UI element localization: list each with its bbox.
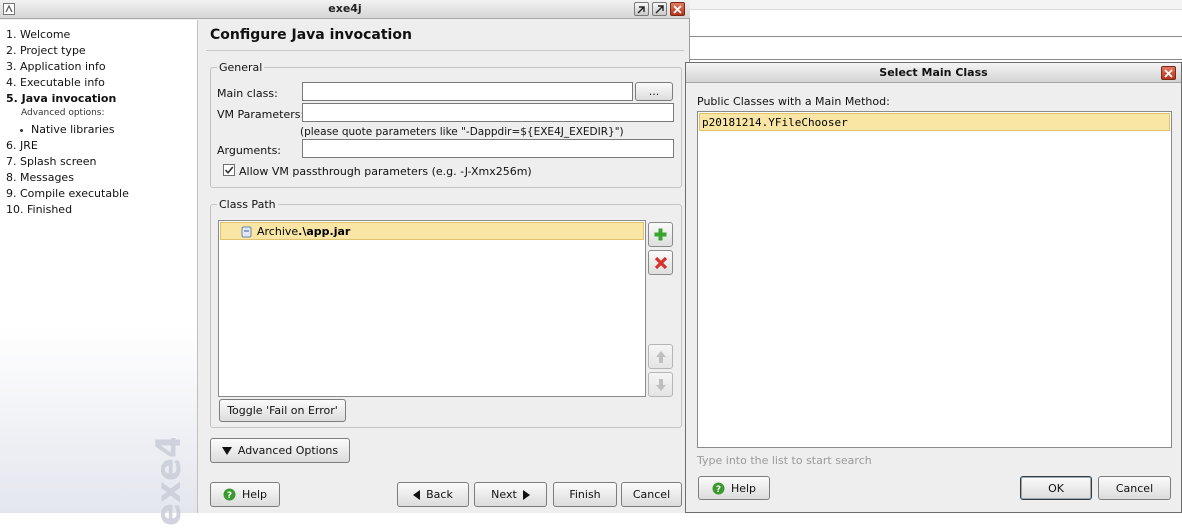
advanced-options-heading: Advanced options: [21,108,105,118]
main-classes-list[interactable]: p20181214.YFileChooser [697,111,1172,448]
bullet-icon [20,128,23,132]
window-titlebar[interactable]: exe4j [0,0,690,19]
close-icon [673,4,682,14]
advanced-options-label: Advanced Options [237,444,339,457]
next-label: Next [491,488,517,501]
arrow-up-icon [655,350,666,363]
window-title: exe4j [328,2,362,15]
step-project-type[interactable]: 2. Project type [6,44,86,57]
general-legend: General [217,61,265,74]
background-divider [690,36,1182,37]
step-compile-executable[interactable]: 9. Compile executable [6,187,129,200]
vm-passthrough-label[interactable]: Allow VM passthrough parameters (e.g. -J… [239,165,532,178]
arrow-down-icon [655,378,666,391]
remove-classpath-button[interactable] [648,250,673,275]
page-title: Configure Java invocation [210,27,412,43]
cancel-button[interactable]: Cancel [621,482,682,507]
vm-parameters-hint: (please quote parameters like "-Dappdir=… [300,126,624,138]
dialog-title: Select Main Class [879,66,988,79]
next-button[interactable]: Next [474,482,547,507]
title-divider [206,50,684,51]
dialog-cancel-button[interactable]: Cancel [1098,476,1171,500]
vm-parameters-label: VM Parameters: [217,108,305,121]
classpath-list[interactable]: Archive .\app.jar [218,220,646,397]
help-label: Help [241,488,268,501]
step-native-libraries-label: Native libraries [31,123,115,136]
back-button[interactable]: Back [397,482,469,507]
move-up-button[interactable] [648,344,673,369]
dialog-ok-button[interactable]: OK [1020,476,1092,500]
triangle-left-icon [413,489,421,500]
step-executable-info[interactable]: 4. Executable info [6,76,105,89]
triangle-right-icon [522,489,530,500]
background-toolbar [690,0,1182,10]
vm-passthrough-checkbox[interactable] [223,164,235,176]
main-class-label: Main class: [217,87,278,100]
close-icon [1164,68,1173,78]
main-class-item[interactable]: p20181214.YFileChooser [699,113,1170,131]
dialog-help-label: Help [730,481,757,495]
dialog-help-button[interactable]: ? Help [698,476,770,500]
maximize-button[interactable] [652,2,667,16]
step-native-libraries[interactable]: Native libraries [20,123,115,136]
step-finished[interactable]: 10. Finished [6,203,72,216]
finish-button[interactable]: Finish [553,482,617,507]
browse-main-class-button[interactable]: ... [635,82,673,101]
step-java-invocation[interactable]: 5. Java invocation [6,92,116,105]
classpath-entry-path: .\app.jar [298,224,351,238]
help-button[interactable]: ? Help [210,482,280,507]
maximize-icon [655,4,664,13]
advanced-options-button[interactable]: Advanced Options [210,438,350,463]
triangle-down-icon [221,446,232,455]
help-icon: ? [712,482,725,495]
steps-panel: 1. Welcome 2. Project type 3. Applicatio… [0,20,198,526]
arguments-input[interactable] [302,139,674,158]
add-classpath-button[interactable] [648,222,673,247]
close-button[interactable] [670,2,685,16]
step-welcome[interactable]: 1. Welcome [6,28,70,41]
checkmark-icon [224,166,234,175]
plus-icon [654,228,667,241]
step-splash-screen[interactable]: 7. Splash screen [6,155,97,168]
help-icon: ? [223,488,236,501]
jar-archive-icon [241,226,252,238]
move-down-button[interactable] [648,372,673,397]
dialog-titlebar[interactable]: Select Main Class [686,63,1181,83]
dialog-close-button[interactable] [1161,66,1176,80]
exe4j-watermark-logo: exe4j [149,438,189,526]
classpath-entry[interactable]: Archive .\app.jar [220,222,644,240]
step-messages[interactable]: 8. Messages [6,171,74,184]
back-label: Back [426,488,453,501]
step-jre[interactable]: 6. JRE [6,139,38,152]
select-main-class-dialog: Select Main Class Public Classes with a … [685,62,1182,513]
remove-icon [654,256,667,269]
step-application-info[interactable]: 3. Application info [6,60,106,73]
restore-icon [637,5,645,13]
classpath-legend: Class Path [217,198,278,211]
search-hint: Type into the list to start search [697,454,872,467]
toggle-fail-on-error-button[interactable]: Toggle 'Fail on Error' [219,399,346,422]
classpath-entry-type: Archive [257,224,299,238]
vm-parameters-input[interactable] [302,103,674,122]
restore-button[interactable] [634,2,649,16]
svg-text:?: ? [716,485,721,495]
background-divider [690,59,1182,60]
main-class-input[interactable] [302,82,633,101]
exe4j-window: exe4j 1. Welcome 2. Project type 3. Appl… [0,0,690,526]
svg-text:?: ? [227,491,232,501]
main-classes-label: Public Classes with a Main Method: [697,95,890,108]
arguments-label: Arguments: [217,144,282,157]
